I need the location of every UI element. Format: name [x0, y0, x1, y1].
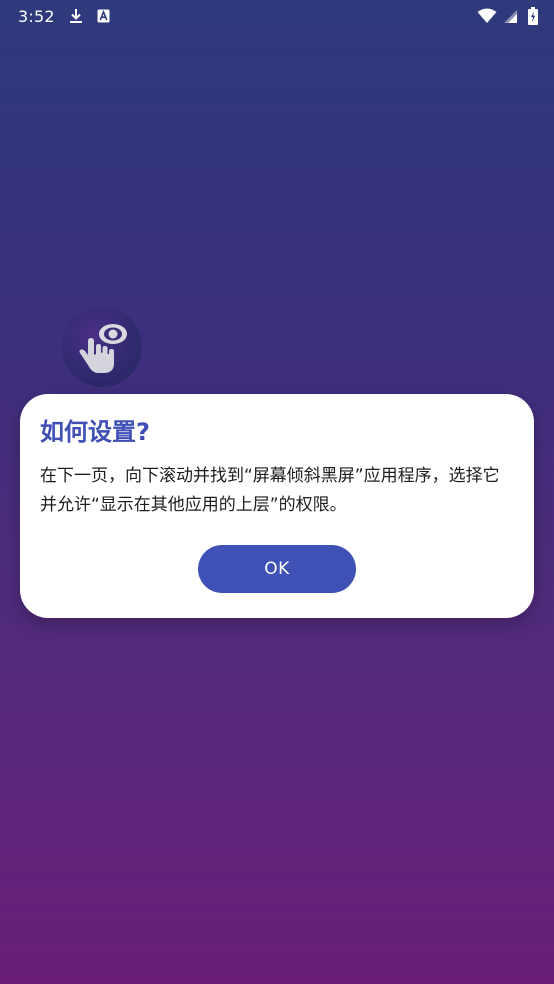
status-bar-right [477, 7, 538, 25]
ok-button[interactable]: OK [198, 545, 356, 593]
dialog-title: 如何设置? [40, 418, 150, 446]
battery-icon [528, 7, 538, 25]
dialog-message: 在下一页，向下滚动并找到“屏幕倾斜黑屏”应用程序，选择它并允许“显示在其他应用的… [40, 466, 500, 515]
status-time: 3:52 [18, 6, 55, 26]
font-a-icon [97, 9, 110, 23]
eye-hand-app-icon [62, 307, 142, 387]
status-bar: 3:52 [0, 0, 554, 32]
download-icon [69, 8, 83, 24]
signal-icon [503, 9, 518, 24]
status-bar-left: 3:52 [18, 7, 110, 26]
permission-dialog: 如何设置? 在下一页，向下滚动并找到“屏幕倾斜黑屏”应用程序，选择它并允许“显示… [20, 394, 534, 618]
wifi-icon [477, 8, 497, 24]
